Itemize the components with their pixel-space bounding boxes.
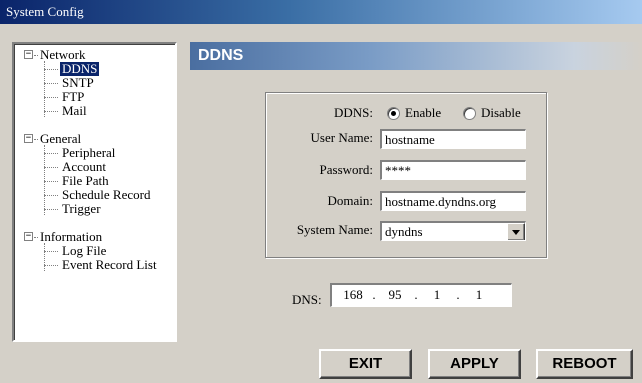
password-label: Password: [319,162,373,177]
tree-item-file-path[interactable]: File Path [62,174,109,188]
information-collapse-icon[interactable]: − [24,232,33,241]
dns-label: DNS: [292,292,322,307]
reboot-button[interactable]: REBOOT [536,349,633,379]
tree-item-sntp[interactable]: SNTP [62,76,94,90]
dns-octet-1[interactable]: 168 [336,285,370,305]
system-name-select[interactable]: dyndns [380,221,526,241]
network-collapse-icon[interactable]: − [24,50,33,59]
dropdown-arrow-icon[interactable] [507,223,525,240]
ddns-settings-group: DDNS: Enable Disable User Name: hostname… [265,92,547,258]
tree-item-information[interactable]: Information [40,230,102,244]
exit-button[interactable]: EXIT [319,349,412,379]
dns-dot-2: . [414,287,418,302]
username-label: User Name: [310,130,373,145]
tree-item-network[interactable]: Network [40,48,86,62]
tree-item-mail[interactable]: Mail [62,104,87,118]
dns-octet-2[interactable]: 95 [378,285,412,305]
ddns-label: DDNS: [333,105,373,120]
disable-radio[interactable] [463,107,476,120]
tree-item-ddns[interactable]: DDNS [58,61,101,77]
dns-ip-input[interactable]: 168 . 95 . 1 . 1 [330,283,512,307]
domain-input[interactable]: hostname.dyndns.org [380,191,526,211]
window-titlebar: System Config [0,0,642,24]
password-input[interactable]: **** [380,160,526,180]
system-config-window: System Config − Network DDNS SNTP FTP Ma… [0,0,642,383]
tree-item-event-record-list[interactable]: Event Record List [62,258,157,272]
page-title: DDNS [190,42,642,70]
dns-octet-4[interactable]: 1 [462,285,496,305]
disable-radio-label[interactable]: Disable [481,105,521,121]
dns-dot-3: . [456,287,460,302]
tree-item-peripheral[interactable]: Peripheral [62,146,115,160]
username-input[interactable]: hostname [380,129,526,149]
system-name-value: dyndns [385,224,423,239]
tree-item-schedule-record[interactable]: Schedule Record [62,188,150,202]
apply-button[interactable]: APPLY [428,349,521,379]
general-collapse-icon[interactable]: − [24,134,33,143]
navigation-tree[interactable]: − Network DDNS SNTP FTP Mail − General P… [12,42,177,342]
domain-label: Domain: [327,193,374,208]
tree-item-general[interactable]: General [40,132,81,146]
tree-item-trigger[interactable]: Trigger [62,202,101,216]
enable-radio[interactable] [387,107,400,120]
dns-octet-3[interactable]: 1 [420,285,454,305]
tree-item-log-file[interactable]: Log File [62,244,106,258]
system-name-label: System Name: [296,222,373,237]
enable-radio-label[interactable]: Enable [405,105,441,121]
dns-dot-1: . [372,287,376,302]
tree-item-account[interactable]: Account [62,160,106,174]
tree-item-ftp[interactable]: FTP [62,90,84,104]
